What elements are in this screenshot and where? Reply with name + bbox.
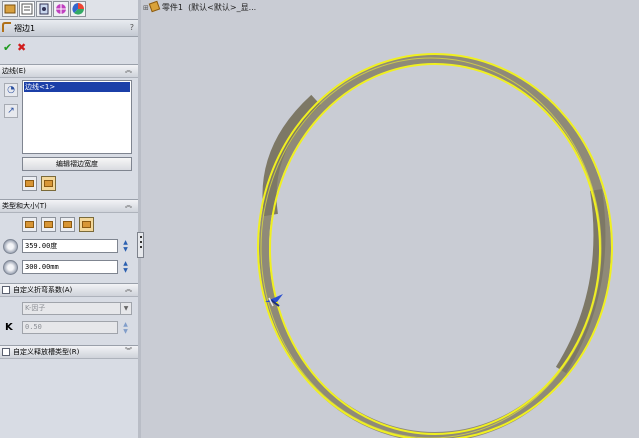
chevron-down-icon[interactable]: ▼ <box>120 303 131 314</box>
edges-selection-list[interactable]: 边线<1> <box>22 80 132 154</box>
bend-allowance-type-select[interactable]: K-因子 ▼ <box>22 302 132 315</box>
property-manager-tab[interactable] <box>19 1 35 17</box>
k-factor-input[interactable]: 0.50 <box>22 321 118 334</box>
type-size-section-title: 类型和大小(T) <box>2 202 47 210</box>
angle-icon <box>3 239 18 254</box>
expand-icon[interactable]: ︾ <box>125 346 132 356</box>
hem-tear-drop-button[interactable] <box>60 217 75 232</box>
bend-outside-button[interactable] <box>41 176 56 191</box>
edges-section-title: 边线(E) <box>2 67 26 75</box>
edit-hem-width-button[interactable]: 编辑褶边宽度 <box>22 157 132 171</box>
feature-title: 褶边1 <box>14 24 36 33</box>
dimxpert-icon <box>55 3 67 15</box>
type-size-section-header[interactable]: 类型和大小(T) ︽ <box>0 199 138 213</box>
hem-model-view <box>257 53 613 438</box>
radius-icon <box>3 260 18 275</box>
feature-title-bar: 褶边1 ? <box>0 20 138 37</box>
help-button[interactable]: ? <box>130 23 134 32</box>
k-factor-label: K <box>5 322 13 333</box>
graphics-area[interactable]: ⊞ 零件1 (默认<默认>_显... <box>141 0 639 438</box>
hem-feature-icon <box>2 22 11 32</box>
configuration-manager-tab[interactable] <box>36 1 52 17</box>
angle-input[interactable]: 359.00度 <box>22 239 118 253</box>
relief-section-header[interactable]: 自定义释放槽类型(R) ︾ <box>0 345 138 359</box>
k-factor-spinner[interactable]: ▲ ▼ <box>120 321 131 335</box>
collapse-icon[interactable]: ︽ <box>125 65 132 75</box>
property-manager-panel: 褶边1 ? ✔ ✖ 边线(E) ︽ ◔ ↗ 边线<1> 编辑褶边宽度 类型和大小… <box>0 0 139 438</box>
display-manager-icon <box>72 3 84 15</box>
bend-allowance-checkbox[interactable] <box>2 286 10 294</box>
radius-spinner[interactable]: ▲ ▼ <box>120 260 131 274</box>
relief-checkbox[interactable] <box>2 348 10 356</box>
bend-allowance-section-header[interactable]: 自定义折弯系数(A) ︽ <box>0 283 138 297</box>
radius-input[interactable]: 300.00mm <box>22 260 118 274</box>
list-item[interactable]: 边线<1> <box>24 82 130 92</box>
ok-check-icon[interactable]: ✔ <box>3 41 12 54</box>
dimxpert-tab[interactable] <box>53 1 69 17</box>
bend-allowance-type-value: K-因子 <box>25 304 46 312</box>
feature-manager-tab[interactable] <box>2 1 18 17</box>
relief-title: 自定义释放槽类型(R) <box>13 348 80 356</box>
selected-inner-edge <box>269 63 601 435</box>
feature-manager-icon <box>4 4 16 14</box>
cancel-x-icon[interactable]: ✖ <box>17 41 26 54</box>
edges-section-header[interactable]: 边线(E) ︽ <box>0 64 138 78</box>
material-inside-button[interactable] <box>22 176 37 191</box>
hem-open-button[interactable] <box>41 217 56 232</box>
bend-allowance-title: 自定义折弯系数(A) <box>13 286 73 294</box>
hem-rolled-button[interactable] <box>79 217 94 232</box>
angle-spinner[interactable]: ▲ ▼ <box>120 239 131 253</box>
ring-shaded-right <box>555 189 606 374</box>
sheet-metal-ring <box>259 54 611 438</box>
hem-closed-button[interactable] <box>22 217 37 232</box>
collapse-icon[interactable]: ︽ <box>125 284 132 294</box>
collapse-icon[interactable]: ︽ <box>125 200 132 210</box>
edge-select-icon: ◔ <box>4 83 18 97</box>
manager-tabs <box>0 0 138 20</box>
property-manager-icon <box>21 3 33 15</box>
flip-direction-icon[interactable]: ↗ <box>4 104 18 118</box>
display-manager-tab[interactable] <box>70 1 86 17</box>
configuration-manager-icon <box>39 3 49 15</box>
